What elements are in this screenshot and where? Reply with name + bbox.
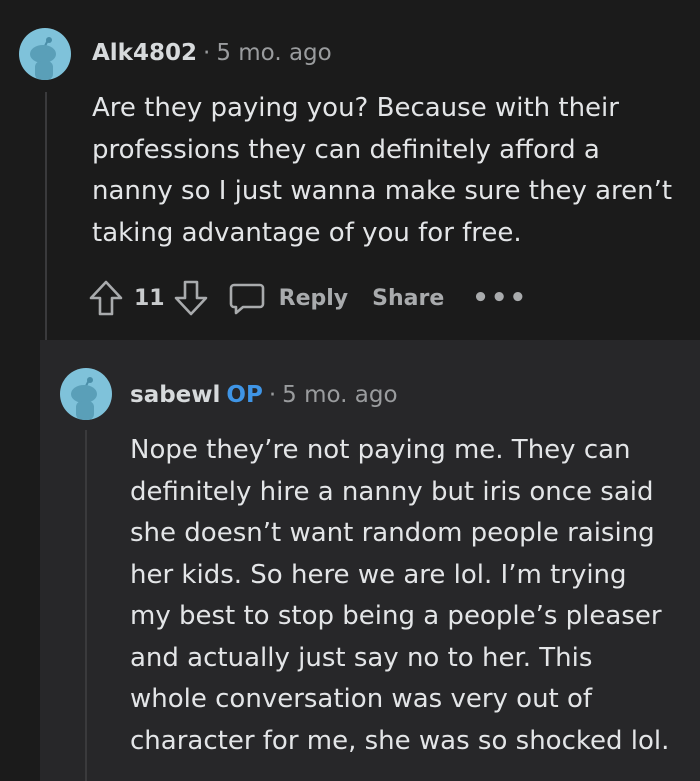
- reply-body: Nope they’re not paying me. They can def…: [130, 435, 670, 756]
- avatar[interactable]: [19, 28, 71, 80]
- timestamp[interactable]: 5 mo. ago: [216, 40, 331, 66]
- separator: ·: [268, 382, 277, 408]
- reply-thread-line[interactable]: [85, 430, 87, 781]
- vote-count: 11: [134, 285, 165, 311]
- comment-body: Are they paying you? Because with their …: [92, 93, 673, 248]
- reply-button[interactable]: Reply: [279, 286, 349, 311]
- speech-bubble-icon[interactable]: [227, 278, 267, 318]
- comment-thread-line[interactable]: [45, 92, 47, 340]
- comment-actions: 11 Reply Share •••: [88, 278, 528, 318]
- more-options-icon[interactable]: •••: [472, 285, 528, 311]
- timestamp[interactable]: 5 mo. ago: [282, 382, 397, 408]
- avatar[interactable]: [60, 368, 112, 420]
- share-button[interactable]: Share: [372, 286, 444, 311]
- snoo-avatar-icon: [71, 377, 97, 420]
- op-badge: OP: [226, 382, 263, 408]
- reply-meta: sabewl OP · 5 mo. ago: [130, 382, 398, 408]
- comment-meta: Alk4802 · 5 mo. ago: [92, 40, 332, 66]
- snoo-avatar-icon: [30, 37, 56, 80]
- upvote-arrow-icon[interactable]: [88, 278, 124, 318]
- separator: ·: [203, 40, 211, 66]
- username[interactable]: Alk4802: [92, 40, 197, 66]
- username[interactable]: sabewl: [130, 382, 220, 408]
- downvote-arrow-icon[interactable]: [173, 278, 209, 318]
